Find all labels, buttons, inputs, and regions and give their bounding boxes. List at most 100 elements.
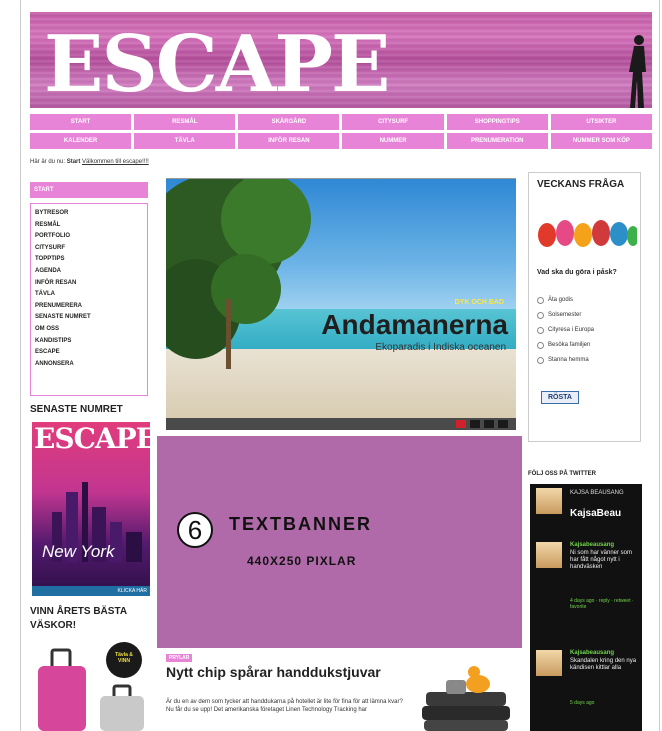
nav-item-utsikter[interactable]: Utsikter [550, 114, 652, 130]
sidebar-item-topptips[interactable]: Topptips [35, 254, 143, 266]
tweet-text: Ni som har vänner som har fått något nyt… [570, 550, 633, 570]
tweet-user[interactable]: Kajsabeausang [570, 650, 614, 656]
tweet: Kajsabeausang Ni som har vänner som har … [536, 542, 642, 622]
breadcrumb-prefix: Här är du nu: [30, 159, 66, 165]
profile-handle[interactable]: KajsaBeau [570, 508, 621, 519]
contest-image[interactable]: Tävla & VINN [34, 642, 150, 731]
banner-title: TEXTBANNER [229, 514, 373, 534]
slide-dot-4[interactable] [498, 420, 508, 428]
poll-question: Vad ska du göra i påsk? [537, 269, 617, 276]
sidebar-item-kandistips[interactable]: Kandistips [35, 336, 143, 348]
tweet-meta[interactable]: 4 days ago · reply · retweet · favorite [570, 598, 642, 610]
cover-click-strip[interactable]: KLICKA HÄR [32, 586, 150, 596]
radio-icon[interactable] [537, 327, 544, 334]
profile-name: KAJSA BEAUSANG [570, 490, 624, 496]
tweet-user[interactable]: Kajsabeausang [570, 542, 614, 548]
nav-item-infor-resan[interactable]: Inför resan [238, 133, 340, 149]
article-body: Är du en av dem som tycker att handdukar… [166, 699, 403, 713]
cover-city: New York [42, 542, 115, 561]
radio-icon[interactable] [537, 312, 544, 319]
latest-issue-heading: SENASTE NUMRET [30, 404, 123, 415]
poll-option[interactable]: Stanna hemma [537, 353, 637, 368]
radio-icon[interactable] [537, 357, 544, 364]
nav-item-citysurf[interactable]: Citysurf [342, 114, 444, 130]
site-logo[interactable]: ESCAPE [44, 26, 390, 104]
nav-item-resmal[interactable]: Resmål [134, 114, 236, 130]
sidebar-item-citysurf[interactable]: Citysurf [35, 243, 143, 255]
main-navigation: Start Resmål Skärgård Citysurf Shoppingt… [30, 114, 652, 152]
sidebar-item-portfolio[interactable]: Portfolio [35, 231, 143, 243]
sidebar-item-bytresor[interactable]: Bytresor [35, 208, 143, 220]
poll-option-label: Äta godis [548, 297, 574, 303]
poll-option[interactable]: Besöka familjen [537, 338, 637, 353]
tweet: Kajsabeausang Skandalen kring den nya kä… [536, 650, 642, 730]
avatar [536, 650, 562, 676]
cover-logo: ESCAPE [34, 422, 150, 455]
breadcrumb-current[interactable]: Start [67, 159, 81, 165]
slide-title[interactable]: Andamanerna [321, 309, 508, 341]
poll-option-label: Besöka familjen [548, 342, 591, 348]
radio-icon[interactable] [537, 297, 544, 304]
poll-option-label: Stanna hemma [548, 357, 589, 363]
slide-dot-1[interactable] [456, 420, 466, 428]
banner-number-badge: 6 [177, 512, 213, 548]
twitter-profile[interactable]: KAJSA BEAUSANG KajsaBeau [536, 488, 642, 530]
poll-option-label: Cityresa i Europa [548, 327, 595, 333]
sidebar-item-infor-resan[interactable]: Inför resan [35, 278, 143, 290]
poll-option[interactable]: Äta godis [537, 293, 637, 308]
sidebar-item-escape[interactable]: Escape [35, 347, 143, 359]
sidebar-item-annonsera[interactable]: Annonsera [35, 359, 143, 371]
sidebar-item-prenumerera[interactable]: Prenumerera [35, 301, 143, 313]
sidebar-item-tavla[interactable]: Tävla [35, 289, 143, 301]
avatar [536, 542, 562, 568]
avatar [536, 488, 562, 514]
slide-dot-2[interactable] [470, 420, 480, 428]
tweet-meta[interactable]: 5 days ago [570, 700, 642, 706]
nav-row-secondary: Kalender Tävla Inför resan Nummer Prenum… [30, 133, 652, 149]
woman-silhouette-icon [629, 35, 646, 108]
sidebar-item-agenda[interactable]: Agenda [35, 266, 143, 278]
nav-item-nummer[interactable]: Nummer [342, 133, 444, 149]
nav-item-start[interactable]: Start [30, 114, 132, 130]
article-tag[interactable]: Prylar [166, 654, 193, 662]
nav-row-primary: Start Resmål Skärgård Citysurf Shoppingt… [30, 114, 652, 130]
sidebar-start-button[interactable]: Start [30, 182, 148, 198]
twitter-heading: FÖLJ OSS PÅ TWITTER [528, 471, 597, 477]
palm-trees-icon [166, 179, 311, 369]
tweet-text: Skandalen kring den nya kändisen kittlar… [570, 658, 637, 671]
nav-item-kalender[interactable]: Kalender [30, 133, 132, 149]
breadcrumb-link[interactable]: Välkommen till escape!!!! [82, 159, 149, 165]
slide-pager [166, 418, 516, 430]
nav-item-tavla[interactable]: Tävla [134, 133, 236, 149]
poll-title: VECKANS FRÅGA [537, 179, 625, 190]
poll-option[interactable]: Cityresa i Europa [537, 323, 637, 338]
latest-issue-cover[interactable]: ESCAPE New York KLICKA HÄR [32, 422, 150, 596]
vote-button[interactable]: RÖSTA [541, 391, 579, 404]
banner-size: 440X250 PIXLAR [247, 554, 357, 568]
poll-option[interactable]: Solsemester [537, 308, 637, 323]
contest-heading[interactable]: VINN ÅRETS BÄSTA VÄSKOR! [30, 605, 150, 633]
article-title[interactable]: Nytt chip spårar handdukstjuvar [166, 665, 416, 680]
radio-icon[interactable] [537, 342, 544, 349]
nav-item-prenumeration[interactable]: Prenumeration [446, 133, 548, 149]
nav-item-skargard[interactable]: Skärgård [238, 114, 340, 130]
site-header: ESCAPE [30, 12, 652, 108]
contest-badge: Tävla & VINN [115, 652, 133, 664]
poll-option-label: Solsemester [548, 312, 582, 318]
nav-item-nummer-kop[interactable]: Nummer som köp [550, 133, 652, 149]
sidebar-menu: Bytresor Resmål Portfolio Citysurf Toppt… [30, 203, 148, 396]
poll-options: Äta godis Solsemester Cityresa i Europa … [537, 293, 637, 368]
sidebar-item-senaste-numret[interactable]: Senaste numret [35, 312, 143, 324]
easter-eggs-icon [538, 220, 637, 247]
slide-dot-3[interactable] [484, 420, 494, 428]
article-teaser: Prylar Nytt chip spårar handdukstjuvar Ä… [166, 654, 516, 731]
sidebar-item-om-oss[interactable]: Om oss [35, 324, 143, 336]
textbanner-ad-placeholder[interactable]: 6 TEXTBANNER 440X250 PIXLAR [157, 436, 522, 648]
weekly-poll: VECKANS FRÅGA Vad ska du göra i påsk? Ät… [528, 172, 641, 442]
sidebar-item-resmal[interactable]: Resmål [35, 220, 143, 232]
breadcrumb: Här är du nu: Start Välkommen till escap… [30, 159, 149, 165]
featured-slideshow[interactable]: Dyk och bad Andamanerna Ekoparadis i Ind… [166, 178, 516, 430]
nav-item-shoppingtips[interactable]: Shoppingtips [446, 114, 548, 130]
slide-kicker: Dyk och bad [454, 299, 504, 306]
towels-with-duck-icon [422, 666, 510, 731]
